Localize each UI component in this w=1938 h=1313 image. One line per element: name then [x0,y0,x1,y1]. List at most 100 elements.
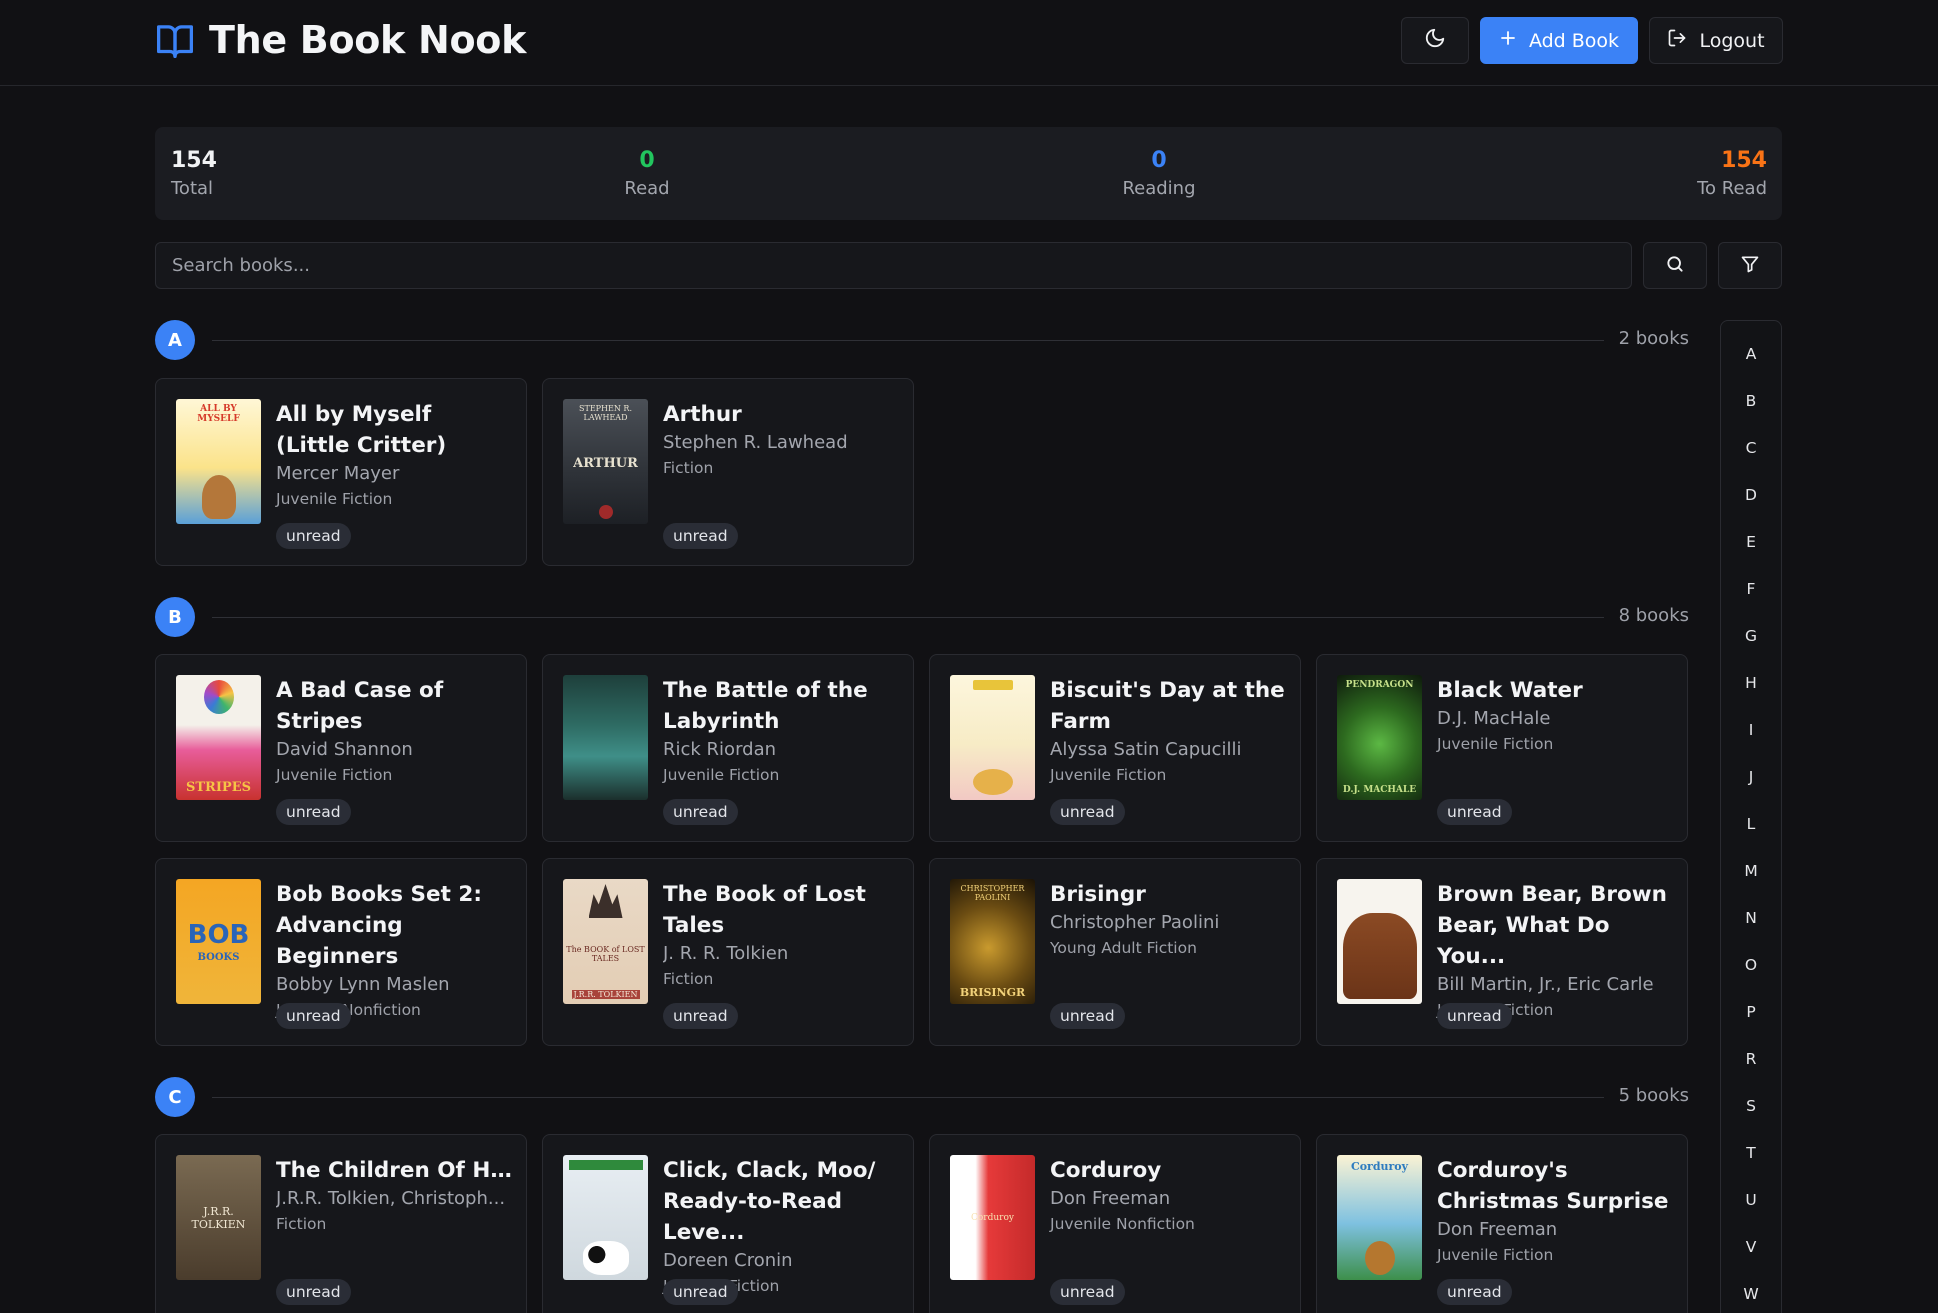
book-card[interactable]: ALL BY MYSELF All by Myself (Little Crit… [155,378,527,566]
cover-bear [1364,1241,1395,1275]
alphabet-letter-i[interactable]: I [1721,715,1781,745]
status-badge: unread [663,799,738,825]
alphabet-letter-f[interactable]: F [1721,574,1781,604]
filter-button[interactable] [1718,242,1782,289]
stat-read-label: Read [624,178,670,199]
book-author: David Shannon [276,739,413,760]
book-card[interactable]: Brown Bear, Brown Bear, What Do You... B… [1316,858,1688,1046]
book-cover: CHRISTOPHER PAOLINI BRISINGR [950,879,1035,1004]
section-header-c: C 5 books [155,1077,1689,1117]
alphabet-letter-g[interactable]: G [1721,621,1781,651]
logout-icon [1667,28,1687,53]
alphabet-letter-t[interactable]: T [1721,1138,1781,1168]
book-card[interactable]: CHRISTOPHER PAOLINI BRISINGR Brisingr Ch… [929,858,1301,1046]
status-badge: unread [1437,799,1512,825]
book-genre: Young Adult Fiction [1050,939,1197,957]
alphabet-letter-s[interactable]: S [1721,1091,1781,1121]
section-letter-badge: C [155,1077,195,1117]
alphabet-letter-o[interactable]: O [1721,950,1781,980]
book-info: Corduroy's Christmas Surprise Don Freema… [1437,1155,1673,1305]
book-card[interactable]: J.R.R. TOLKIEN The Children Of Húrin J.R… [155,1134,527,1313]
book-card[interactable]: Biscuit's Day at the Farm Alyssa Satin C… [929,654,1301,842]
book-info: Biscuit's Day at the Farm Alyssa Satin C… [1050,675,1286,825]
book-card[interactable]: BOB BOOKS Bob Books Set 2: Advancing Beg… [155,858,527,1046]
book-cover: STEPHEN R. LAWHEAD ARTHUR [563,399,648,524]
book-card[interactable]: Corduroy Corduroy Don Freeman Juvenile N… [929,1134,1301,1313]
cover-author-text: CHRISTOPHER PAOLINI [960,884,1025,902]
book-title: Corduroy [1050,1158,1162,1183]
alphabet-letter-b[interactable]: B [1721,386,1781,416]
cover-subtitle-text: BOOKS [197,952,240,963]
book-title: Click, Clack, Moo/ Ready-to-Read Leve... [663,1158,876,1245]
book-card[interactable]: The BOOK of LOST TALES J.R.R. TOLKIEN Th… [542,858,914,1046]
book-cover: Corduroy [1337,1155,1422,1280]
book-author: Don Freeman [1050,1188,1171,1209]
logout-button[interactable]: Logout [1649,17,1783,64]
status-badge: unread [1437,1003,1512,1029]
book-genre: Fiction [663,459,714,477]
cover-castle [588,884,623,918]
book-cover [950,675,1035,800]
cover-title-text: STRIPES [185,780,252,795]
stat-reading: 0 Reading [1099,147,1219,203]
brand: The Book Nook [155,18,526,62]
stat-read: 0 Read [587,147,707,203]
book-info: The Book of Lost Tales J. R. R. Tolkien … [663,879,899,1029]
stat-to-read: 154 To Read [1697,147,1767,203]
book-info: Black Water D.J. MacHale Juvenile Fictio… [1437,675,1673,825]
book-info: Click, Clack, Moo/ Ready-to-Read Leve...… [663,1155,899,1305]
alphabet-letter-r[interactable]: R [1721,1044,1781,1074]
book-author: Don Freeman [1437,1219,1558,1240]
book-card[interactable]: PENDRAGON D.J. MACHALE Black Water D.J. … [1316,654,1688,842]
search-button[interactable] [1643,242,1707,289]
book-title: Brisingr [1050,882,1146,907]
alphabet-letter-d[interactable]: D [1721,480,1781,510]
book-genre: Juvenile Fiction [276,490,393,508]
alphabet-letter-h[interactable]: H [1721,668,1781,698]
alphabet-letter-j[interactable]: J [1721,762,1781,792]
cover-title-text: Corduroy [971,1212,1014,1223]
cover-cow [582,1241,629,1275]
alphabet-letter-l[interactable]: L [1721,809,1781,839]
add-book-button[interactable]: Add Book [1480,17,1638,64]
alphabet-letter-p[interactable]: P [1721,997,1781,1027]
book-cover: The BOOK of LOST TALES J.R.R. TOLKIEN [563,879,648,1004]
cover-series-text: PENDRAGON [1345,680,1414,690]
book-title: The Children Of Húrin [276,1158,512,1183]
alphabet-letter-u[interactable]: U [1721,1185,1781,1215]
alphabet-letter-m[interactable]: M [1721,856,1781,886]
book-card[interactable]: STEPHEN R. LAWHEAD ARTHUR Arthur Stephen… [542,378,914,566]
section-count: 8 books [1618,605,1689,626]
alphabet-letter-w[interactable]: W [1721,1279,1781,1309]
book-author: Christopher Paolini [1050,912,1220,933]
book-cover [563,675,648,800]
section-letter-badge: A [155,320,195,360]
status-badge: unread [1437,1279,1512,1305]
status-badge: unread [663,523,738,549]
book-card[interactable]: Click, Clack, Moo/ Ready-to-Read Leve...… [542,1134,914,1313]
alphabet-letter-n[interactable]: N [1721,903,1781,933]
alphabet-letter-a[interactable]: A [1721,339,1781,369]
cover-author-text: J.R.R. TOLKIEN [571,990,640,999]
book-card[interactable]: The Battle of the Labyrinth Rick Riordan… [542,654,914,842]
alphabet-letter-c[interactable]: C [1721,433,1781,463]
theme-toggle-button[interactable] [1401,17,1469,64]
cover-author-text: STEPHEN R. LAWHEAD [579,404,632,422]
cover-badge [972,680,1013,690]
book-cover: PENDRAGON D.J. MACHALE [1337,675,1422,800]
search-input[interactable] [155,242,1632,289]
cover-title-text: The BOOK of LOST TALES [566,945,645,963]
status-badge: unread [1050,1279,1125,1305]
alphabet-letter-e[interactable]: E [1721,527,1781,557]
book-card[interactable]: Corduroy Corduroy's Christmas Surprise D… [1316,1134,1688,1313]
status-badge: unread [276,1003,351,1029]
stat-reading-value: 0 [1151,148,1167,173]
book-title: A Bad Case of Stripes [276,678,444,734]
book-cover: Corduroy [950,1155,1035,1280]
book-genre: Fiction [663,970,714,988]
alphabet-letter-v[interactable]: V [1721,1232,1781,1262]
book-info: Brown Bear, Brown Bear, What Do You... B… [1437,879,1673,1029]
stat-total-value: 154 [171,148,217,173]
alphabet-index: ABCDEFGHIJLMNOPRSTUVW [1720,320,1782,1313]
book-card[interactable]: STRIPES A Bad Case of Stripes David Shan… [155,654,527,842]
